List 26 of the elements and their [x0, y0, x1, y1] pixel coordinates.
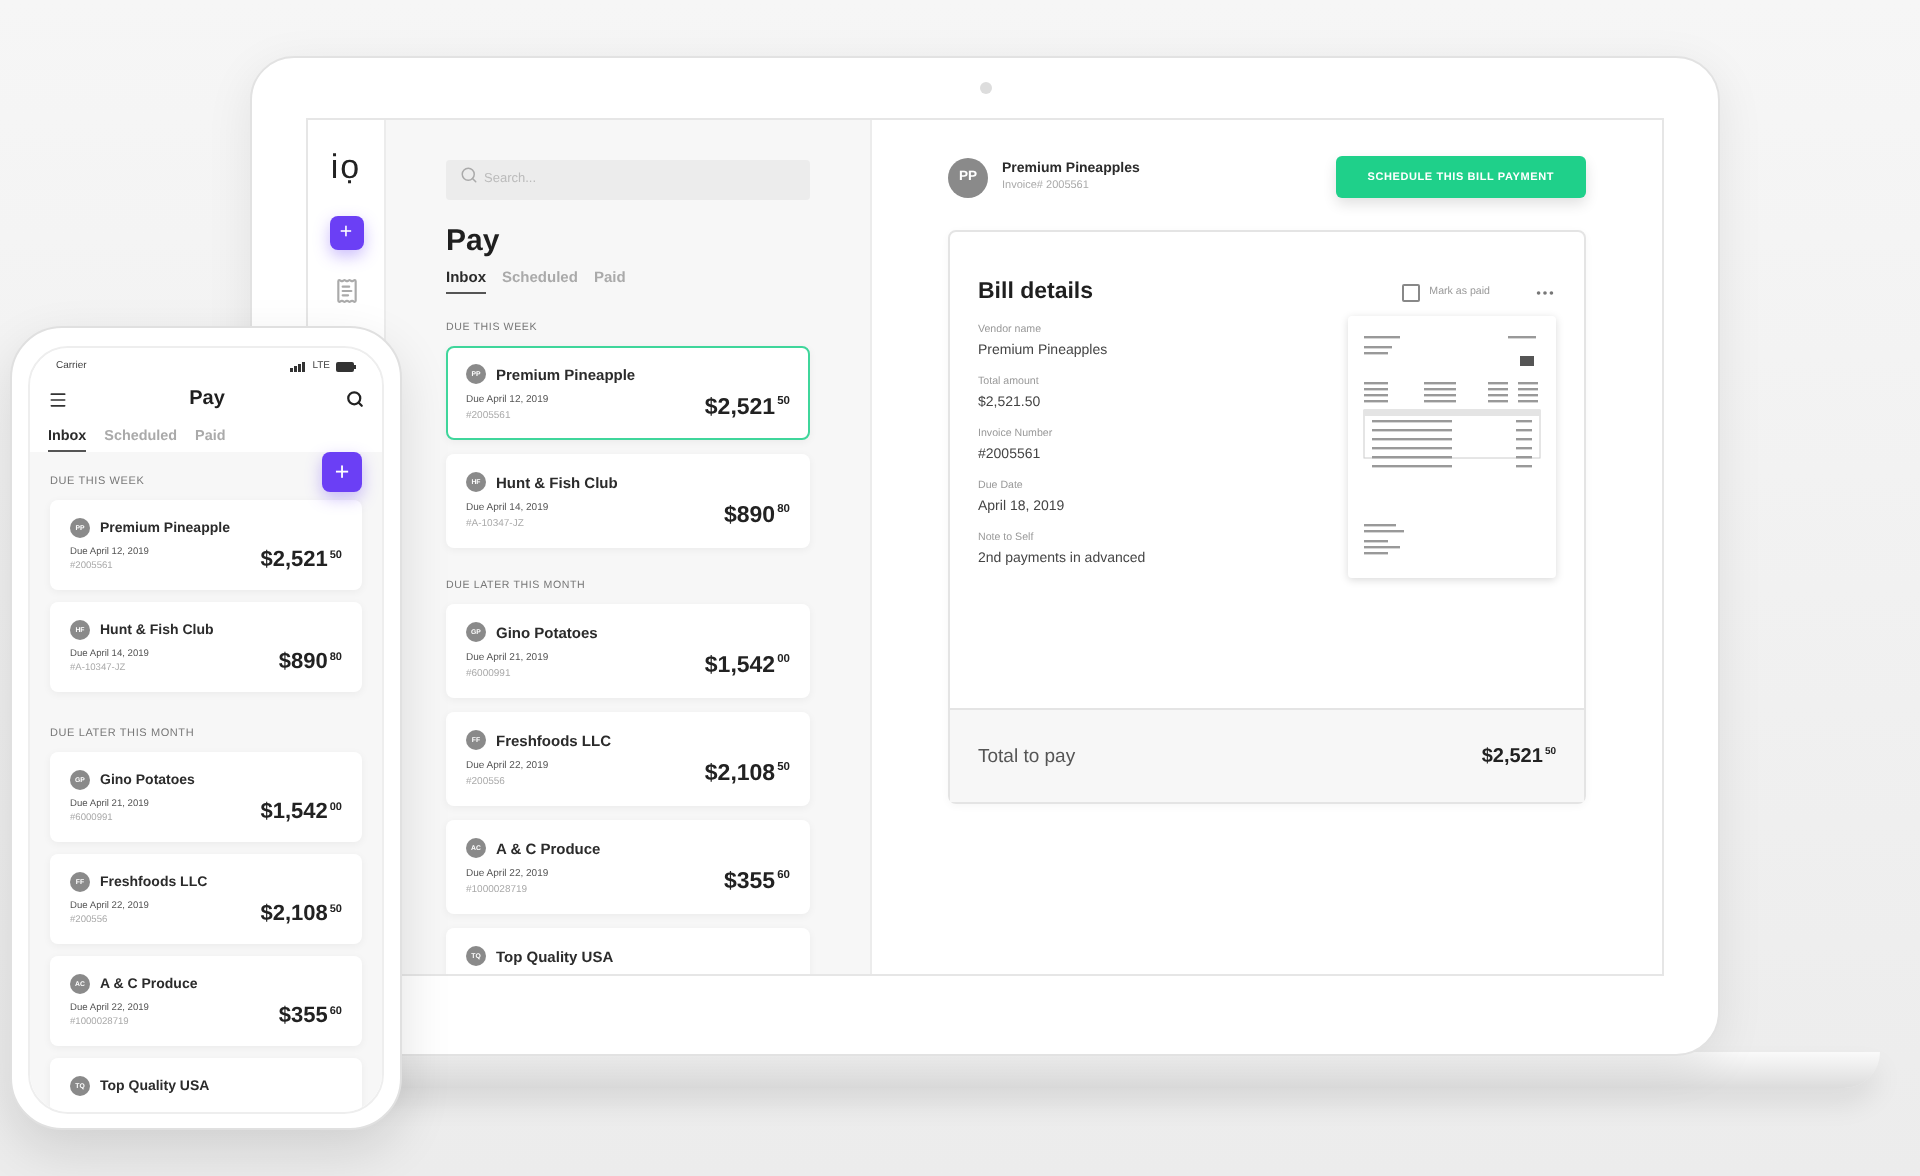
- bill-amount: $2,108$^{50}$: [704, 762, 790, 786]
- bill-amount: $2,521$^{50}$: [260, 548, 342, 572]
- card-title: Bill details: [978, 280, 1094, 304]
- bill-amount: $2,521$^{50}$: [704, 396, 790, 420]
- add-button[interactable]: +: [322, 452, 362, 492]
- app-logo: iọ: [330, 148, 362, 188]
- menu-icon[interactable]: [48, 389, 68, 409]
- page-title: Pay: [446, 224, 502, 258]
- bill-amount: $355$^{60}$: [724, 870, 790, 894]
- bill-amount: $1,542$^{00}$: [704, 654, 790, 678]
- signal-icon: [290, 361, 307, 371]
- battery-icon: [336, 361, 356, 371]
- bill-amount: $890$^{80}$: [724, 504, 790, 528]
- page-title: Pay: [189, 388, 225, 410]
- bill-amount: $890$^{80}$: [278, 650, 342, 674]
- receipt-icon[interactable]: [333, 278, 359, 304]
- bill-amount: $2,108$^{50}$: [260, 902, 342, 926]
- search-icon[interactable]: [345, 390, 364, 408]
- camera-lens-icon: [980, 82, 992, 94]
- search-icon: [460, 166, 478, 184]
- add-button[interactable]: +: [329, 216, 363, 250]
- bill-amount: $355$^{60}$: [278, 1004, 342, 1028]
- bill-amount: $1,542$^{00}$: [260, 800, 342, 824]
- total-amount: $2,521$^{50}$: [1481, 745, 1556, 767]
- total-label: Total to pay: [978, 745, 1076, 767]
- mark-paid-checkbox[interactable]: [1401, 283, 1420, 301]
